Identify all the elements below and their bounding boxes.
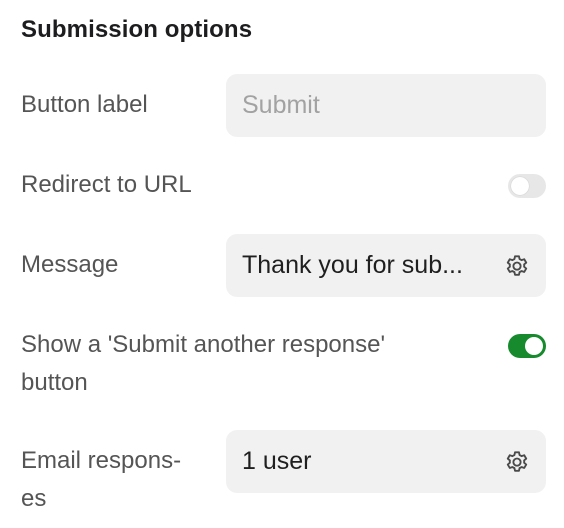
message-label: Message xyxy=(21,251,119,278)
button-label-input[interactable]: Submit xyxy=(226,74,546,137)
toggle-knob xyxy=(525,337,543,355)
message-value: Thank you for sub... xyxy=(242,251,463,279)
submission-options-panel: Submission options Button label Submit R… xyxy=(0,0,564,528)
button-label-label: Button label xyxy=(21,91,148,118)
gear-icon[interactable] xyxy=(502,251,532,281)
email-responses-field[interactable]: 1 user xyxy=(226,430,546,493)
button-label-placeholder: Submit xyxy=(242,91,320,119)
email-responses-label-line1: Email respons- xyxy=(21,447,182,474)
email-responses-label-line2: es xyxy=(21,485,47,512)
submit-another-label-line2: button xyxy=(21,369,88,396)
submit-another-label-line1: Show a 'Submit another response' xyxy=(21,331,386,358)
gear-icon[interactable] xyxy=(502,447,532,477)
section-title: Submission options xyxy=(21,16,253,43)
redirect-url-label: Redirect to URL xyxy=(21,171,192,198)
toggle-knob xyxy=(511,177,529,195)
redirect-url-toggle[interactable] xyxy=(508,174,546,198)
email-responses-value: 1 user xyxy=(242,447,312,475)
submit-another-toggle[interactable] xyxy=(508,334,546,358)
message-field[interactable]: Thank you for sub... xyxy=(226,234,546,297)
